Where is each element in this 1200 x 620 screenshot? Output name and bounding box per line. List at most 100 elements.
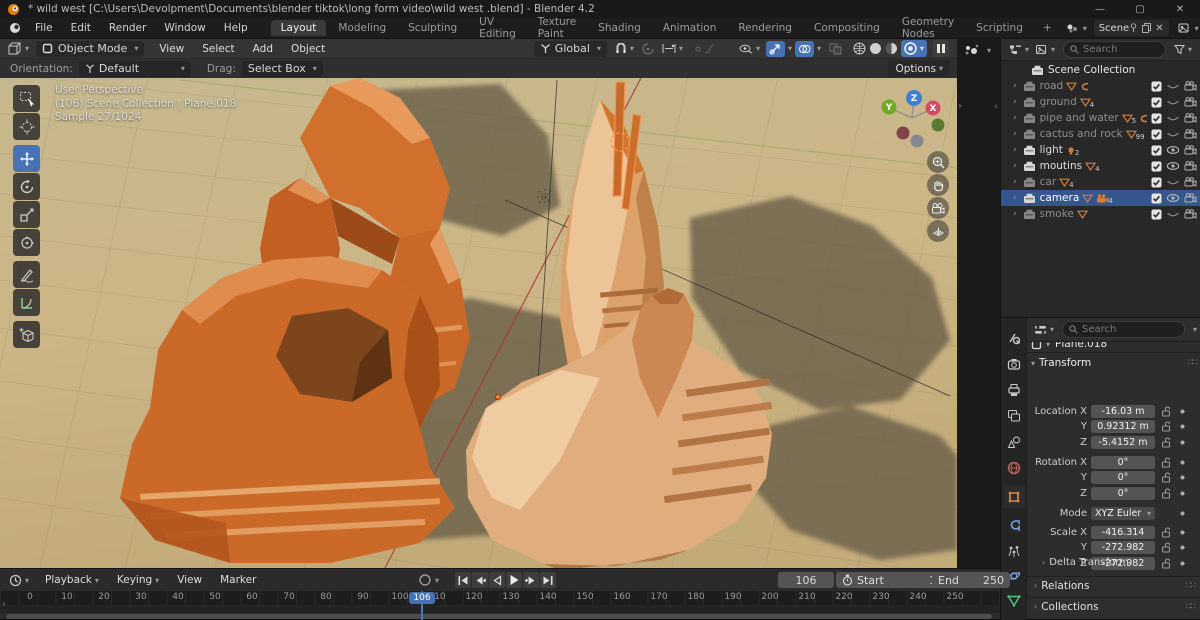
properties-tab-data[interactable] bbox=[1003, 590, 1025, 612]
panel-grip-icon[interactable]: ∷∷ bbox=[1186, 602, 1197, 612]
value-field[interactable]: 0° bbox=[1091, 471, 1155, 484]
animate-dot-icon[interactable] bbox=[1179, 439, 1186, 446]
checkbox-icon[interactable] bbox=[1151, 145, 1162, 156]
collections-panel[interactable]: › Collections ∷∷ bbox=[1027, 597, 1200, 615]
unlink-scene-icon[interactable]: ✕ bbox=[1155, 23, 1163, 34]
outliner-root-scene-collection[interactable]: Scene Collection bbox=[1001, 62, 1200, 78]
workspace-tab-scripting[interactable]: Scripting bbox=[966, 20, 1033, 36]
tool-annotate-button[interactable] bbox=[13, 261, 40, 288]
pause-icon[interactable] bbox=[933, 40, 949, 57]
show-overlays-icon[interactable] bbox=[794, 40, 814, 57]
workspace-tab-sculpting[interactable]: Sculpting bbox=[398, 20, 467, 36]
render-visibility-icon[interactable] bbox=[1184, 113, 1197, 123]
tool-rotate-button[interactable] bbox=[13, 173, 40, 200]
render-visibility-icon[interactable] bbox=[1184, 81, 1197, 91]
outliner-item-pipe-and-water[interactable]: › pipe and water 5 bbox=[1001, 110, 1200, 126]
workspace-tab-compositing[interactable]: Compositing bbox=[804, 20, 890, 36]
transform-panel-header[interactable]: ▾ Transform ∷∷ bbox=[1031, 357, 1198, 369]
checkbox-icon[interactable] bbox=[1151, 193, 1162, 204]
outliner-search-input[interactable]: Search bbox=[1063, 41, 1166, 58]
lock-open-icon[interactable] bbox=[1161, 405, 1171, 417]
frame-end-field[interactable]: End 250 bbox=[932, 572, 1010, 588]
xray-icon[interactable] bbox=[826, 41, 845, 57]
shading-solid-icon[interactable] bbox=[869, 42, 882, 55]
timeline-scrollbar[interactable] bbox=[6, 614, 992, 619]
visibility-eye-icon[interactable]: ▾ bbox=[736, 41, 763, 57]
options-dropdown[interactable]: Options ▾ bbox=[888, 60, 950, 77]
value-field[interactable]: -416.314 bbox=[1091, 525, 1155, 539]
checkbox-icon[interactable] bbox=[1151, 113, 1162, 124]
close-button[interactable]: ✕ bbox=[1160, 4, 1200, 15]
pin-icon[interactable] bbox=[1129, 23, 1138, 33]
animate-dot-icon[interactable] bbox=[1179, 510, 1186, 517]
eye-open-icon[interactable] bbox=[1166, 161, 1180, 171]
lock-open-icon[interactable] bbox=[1161, 436, 1171, 448]
workspace-tab-layout[interactable]: Layout bbox=[270, 20, 327, 36]
viewport-menu-view[interactable]: View bbox=[150, 43, 193, 55]
timeline-menu-marker[interactable]: Marker bbox=[211, 574, 265, 586]
viewport-menu-object[interactable]: Object bbox=[282, 43, 334, 55]
lock-open-icon[interactable] bbox=[1161, 557, 1171, 569]
eye-closed-icon[interactable] bbox=[1166, 177, 1180, 187]
eye-open-icon[interactable] bbox=[1166, 193, 1180, 203]
workspace-tab-modeling[interactable]: Modeling bbox=[328, 20, 396, 36]
tool-cursor-button[interactable] bbox=[13, 113, 40, 140]
mode-dropdown[interactable]: XYZ Euler ▾ bbox=[1091, 506, 1155, 520]
snap-target-icon[interactable] bbox=[639, 41, 657, 57]
jump-first-icon[interactable] bbox=[455, 572, 471, 588]
outliner-item-car[interactable]: › car 4 bbox=[1001, 174, 1200, 190]
menu-help[interactable]: Help bbox=[215, 22, 257, 34]
menu-render[interactable]: Render bbox=[100, 22, 155, 34]
expand-region-left-icon[interactable]: › bbox=[958, 101, 962, 112]
outliner-filter-icon[interactable]: ▾ bbox=[1171, 42, 1195, 58]
workspace-tab-texture-paint[interactable]: Texture Paint bbox=[528, 14, 586, 42]
properties-tab-view-layer[interactable] bbox=[1003, 405, 1025, 427]
relations-panel[interactable]: › Relations ∷∷ bbox=[1027, 576, 1200, 594]
properties-tab-scene[interactable] bbox=[1003, 431, 1025, 453]
lock-open-icon[interactable] bbox=[1161, 421, 1171, 432]
lock-open-icon[interactable] bbox=[1161, 542, 1171, 553]
prev-frame-icon[interactable] bbox=[489, 572, 505, 588]
timeline-ruler[interactable]: 0 10 20 30 40 50 60 70 80 90 100 110 120 130 140 150 160… bbox=[0, 591, 1000, 605]
checkbox-icon[interactable] bbox=[1151, 81, 1162, 92]
value-field[interactable]: -16.03 m bbox=[1091, 404, 1155, 418]
properties-options-chevron[interactable]: ▾ bbox=[1193, 325, 1197, 334]
blender-menu-icon[interactable] bbox=[8, 22, 22, 34]
checkbox-icon[interactable] bbox=[1151, 129, 1162, 140]
workspace-tab-shading[interactable]: Shading bbox=[588, 20, 651, 36]
lock-open-icon[interactable] bbox=[1161, 487, 1171, 499]
timeline-menu-view[interactable]: View bbox=[168, 574, 211, 586]
viewport-3d-canvas[interactable] bbox=[0, 78, 957, 568]
viewlayer-icon[interactable]: ▾ bbox=[1175, 20, 1200, 36]
new-scene-icon[interactable] bbox=[1142, 23, 1152, 33]
outliner-item-camera[interactable]: › camera 4 bbox=[1001, 190, 1200, 206]
menu-window[interactable]: Window bbox=[155, 22, 214, 34]
outliner-item-smoke[interactable]: › smoke bbox=[1001, 206, 1200, 222]
workspace-tab-uv-editing[interactable]: UV Editing bbox=[469, 14, 526, 42]
outliner-item-light[interactable]: › light 2 bbox=[1001, 142, 1200, 158]
properties-tab-output[interactable] bbox=[1003, 379, 1025, 401]
animate-dot-icon[interactable] bbox=[1179, 490, 1186, 497]
minimize-button[interactable]: — bbox=[1080, 4, 1120, 15]
value-field[interactable]: -272.982 bbox=[1091, 541, 1155, 554]
animate-dot-icon[interactable] bbox=[1179, 529, 1186, 536]
timeline-track[interactable] bbox=[0, 605, 1000, 613]
timeline-editor-icon[interactable]: ▾ bbox=[6, 572, 32, 588]
shading-material-icon[interactable] bbox=[885, 42, 898, 55]
menu-file[interactable]: File bbox=[26, 22, 62, 34]
play-icon[interactable] bbox=[506, 572, 522, 588]
jump-last-icon[interactable] bbox=[540, 572, 556, 588]
camera-view-icon[interactable] bbox=[927, 197, 949, 219]
outliner-item-road[interactable]: › road bbox=[1001, 78, 1200, 94]
value-field[interactable]: 0° bbox=[1091, 486, 1155, 500]
next-keyframe-icon[interactable] bbox=[523, 572, 539, 588]
animate-dot-icon[interactable] bbox=[1179, 560, 1186, 567]
properties-tab-world[interactable] bbox=[1003, 457, 1025, 479]
properties-tab-tool[interactable] bbox=[1003, 327, 1025, 349]
tool-scale-button[interactable] bbox=[13, 201, 40, 228]
viewport-menu-select[interactable]: Select bbox=[193, 43, 243, 55]
orientation-dropdown[interactable]: Default ▾ bbox=[78, 60, 191, 77]
frame-start-field[interactable]: Start 1 bbox=[836, 572, 942, 588]
ortho-grid-icon[interactable] bbox=[927, 220, 949, 242]
animate-dot-icon[interactable] bbox=[1179, 474, 1186, 481]
